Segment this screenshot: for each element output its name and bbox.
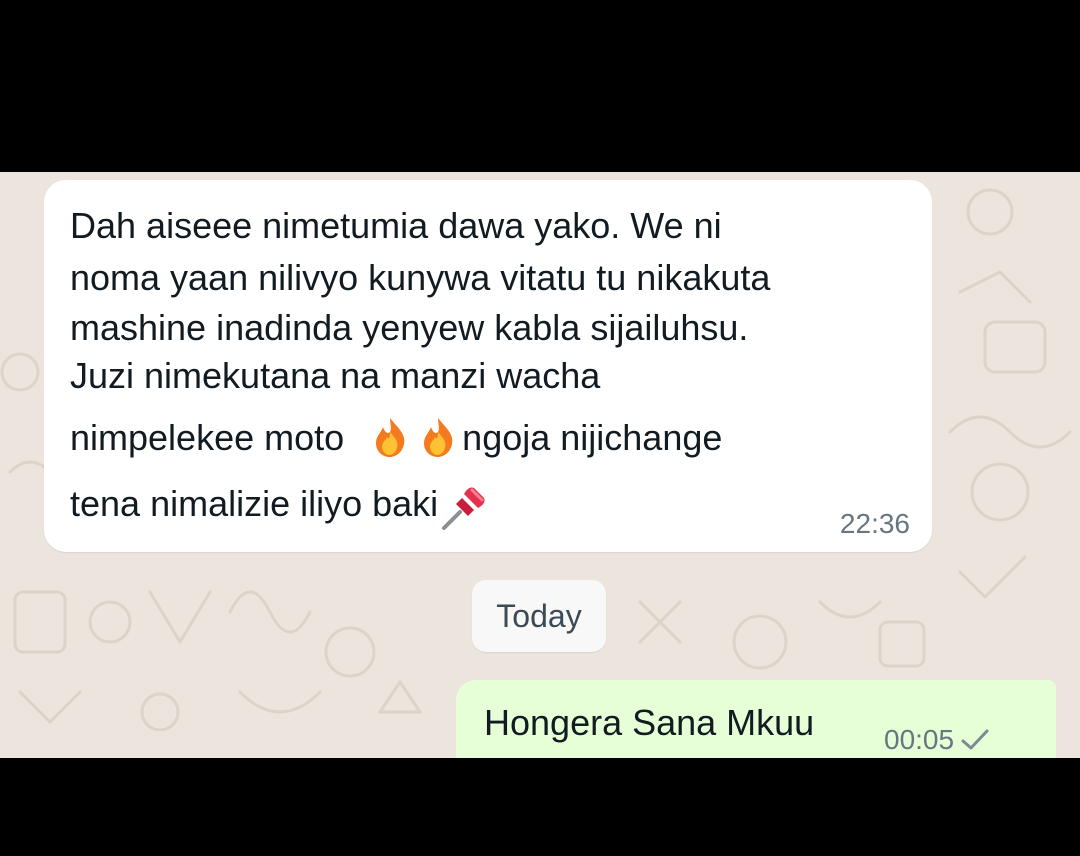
message-line-with-emojis: nimpelekee moto ngoja nijichange: [70, 416, 722, 458]
message-meta: 00:05: [884, 724, 990, 756]
message-line: Juzi nimekutana na manzi wacha: [70, 355, 601, 396]
message-timestamp: 00:05: [884, 724, 955, 755]
message-text: ngoja nijichange: [462, 417, 723, 458]
fire-emoji-icon: [376, 418, 405, 457]
date-separator: Today: [472, 580, 606, 652]
screenshot-frame: Dah aiseee nimetumia dawa yako. We ni no…: [0, 0, 1080, 856]
message-line: noma yaan nilivyo kunywa vitatu tu nikak…: [70, 257, 771, 298]
message-line-with-emoji: tena nimalizie iliyo baki: [70, 482, 490, 534]
outgoing-message-bubble[interactable]: Hongera Sana Mkuu 00:05: [456, 680, 1056, 758]
message-line: mashine inadinda yenyew kabla sijailuhsu…: [70, 307, 749, 348]
message-timestamp: 22:36: [839, 508, 910, 539]
pushpin-emoji-icon: [442, 487, 485, 530]
message-line: Dah aiseee nimetumia dawa yako. We ni: [70, 205, 722, 246]
chat-area[interactable]: Dah aiseee nimetumia dawa yako. We ni no…: [0, 172, 1080, 758]
message-text: Hongera Sana Mkuu: [484, 702, 815, 743]
fire-emoji-icon: [424, 418, 453, 457]
incoming-message-bubble[interactable]: Dah aiseee nimetumia dawa yako. We ni no…: [44, 180, 932, 552]
single-check-icon: [961, 729, 989, 750]
message-text: tena nimalizie iliyo baki: [70, 483, 439, 524]
message-text: nimpelekee moto: [70, 417, 345, 458]
